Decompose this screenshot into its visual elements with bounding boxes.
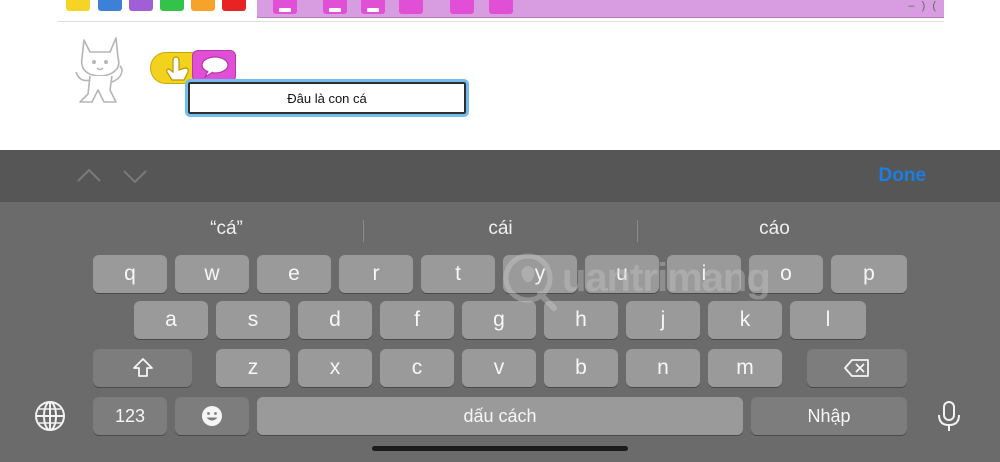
watermark-text: uantrimang bbox=[562, 256, 771, 300]
palette-block[interactable] bbox=[450, 0, 474, 14]
suggestion-bar: “cá” cái cáo bbox=[90, 214, 910, 244]
key-x[interactable]: x bbox=[298, 349, 372, 387]
key-d[interactable]: d bbox=[298, 301, 372, 339]
category-tab-sound[interactable] bbox=[160, 0, 184, 11]
category-tab-triggers[interactable] bbox=[66, 0, 90, 11]
key-e[interactable]: e bbox=[257, 255, 331, 293]
suggestion-item[interactable]: cáo bbox=[638, 214, 911, 244]
emoji-key[interactable] bbox=[175, 397, 249, 435]
shift-arrow-icon bbox=[132, 358, 153, 377]
key-c[interactable]: c bbox=[380, 349, 454, 387]
on-screen-keyboard: “cá” cái cáo q w e r t y u i o p a s d f… bbox=[0, 202, 1000, 462]
key-b[interactable]: b bbox=[544, 349, 618, 387]
palette-block[interactable] bbox=[399, 0, 423, 14]
say-text-input[interactable] bbox=[185, 79, 469, 117]
globe-icon[interactable] bbox=[32, 398, 68, 434]
numbers-key[interactable]: 123 bbox=[93, 397, 167, 435]
key-t[interactable]: t bbox=[421, 255, 495, 293]
keyboard-accessory-bar: Done bbox=[0, 150, 1000, 202]
watermark: uantrimang bbox=[500, 248, 785, 312]
key-n[interactable]: n bbox=[626, 349, 700, 387]
key-w[interactable]: w bbox=[175, 255, 249, 293]
say-block[interactable] bbox=[192, 50, 236, 82]
space-key[interactable]: dấu cách bbox=[257, 397, 743, 435]
chevron-up-icon bbox=[77, 168, 101, 182]
speech-bubble-icon bbox=[201, 56, 229, 79]
suggestion-item[interactable]: cái bbox=[364, 214, 637, 244]
key-m[interactable]: m bbox=[708, 349, 782, 387]
delete-backward-icon bbox=[844, 359, 869, 377]
suggestion-item[interactable]: “cá” bbox=[90, 214, 363, 244]
palette-block[interactable] bbox=[273, 0, 297, 14]
scratchjr-editor: – ) ( bbox=[0, 0, 1000, 150]
key-v[interactable]: v bbox=[462, 349, 536, 387]
key-r[interactable]: r bbox=[339, 255, 413, 293]
category-tab-looks[interactable] bbox=[129, 0, 153, 11]
cat-icon[interactable] bbox=[70, 30, 132, 110]
palette-scroll-indicator: – ) ( bbox=[908, 0, 938, 12]
key-p[interactable]: p bbox=[831, 255, 907, 293]
home-indicator[interactable] bbox=[372, 446, 628, 451]
category-tab-control[interactable] bbox=[191, 0, 215, 11]
category-tab-end[interactable] bbox=[222, 0, 246, 11]
key-f[interactable]: f bbox=[380, 301, 454, 339]
microphone-icon[interactable] bbox=[931, 398, 967, 434]
palette-block[interactable] bbox=[361, 0, 385, 14]
done-button[interactable]: Done bbox=[879, 165, 927, 187]
key-a[interactable]: a bbox=[134, 301, 208, 339]
backspace-key[interactable] bbox=[807, 349, 907, 387]
divider bbox=[58, 21, 944, 22]
palette-block[interactable] bbox=[323, 0, 347, 14]
key-q[interactable]: q bbox=[93, 255, 167, 293]
return-key[interactable]: Nhập bbox=[751, 397, 907, 435]
key-l[interactable]: l bbox=[790, 301, 866, 339]
tap-hand-icon bbox=[166, 56, 189, 81]
block-palette bbox=[257, 0, 944, 18]
screen: – ) (Đâu là con cá Done “cá” cái cáo q … bbox=[0, 0, 1000, 462]
key-z[interactable]: z bbox=[216, 349, 290, 387]
emoji-icon bbox=[202, 406, 222, 426]
next-field-button[interactable] bbox=[122, 165, 148, 187]
lightbulb-q-logo-icon bbox=[503, 253, 557, 311]
key-s[interactable]: s bbox=[216, 301, 290, 339]
category-tab-motion[interactable] bbox=[98, 0, 122, 11]
previous-field-button[interactable] bbox=[76, 165, 102, 187]
shift-key[interactable] bbox=[93, 349, 192, 387]
palette-block[interactable] bbox=[489, 0, 513, 14]
chevron-down-icon bbox=[123, 170, 147, 184]
